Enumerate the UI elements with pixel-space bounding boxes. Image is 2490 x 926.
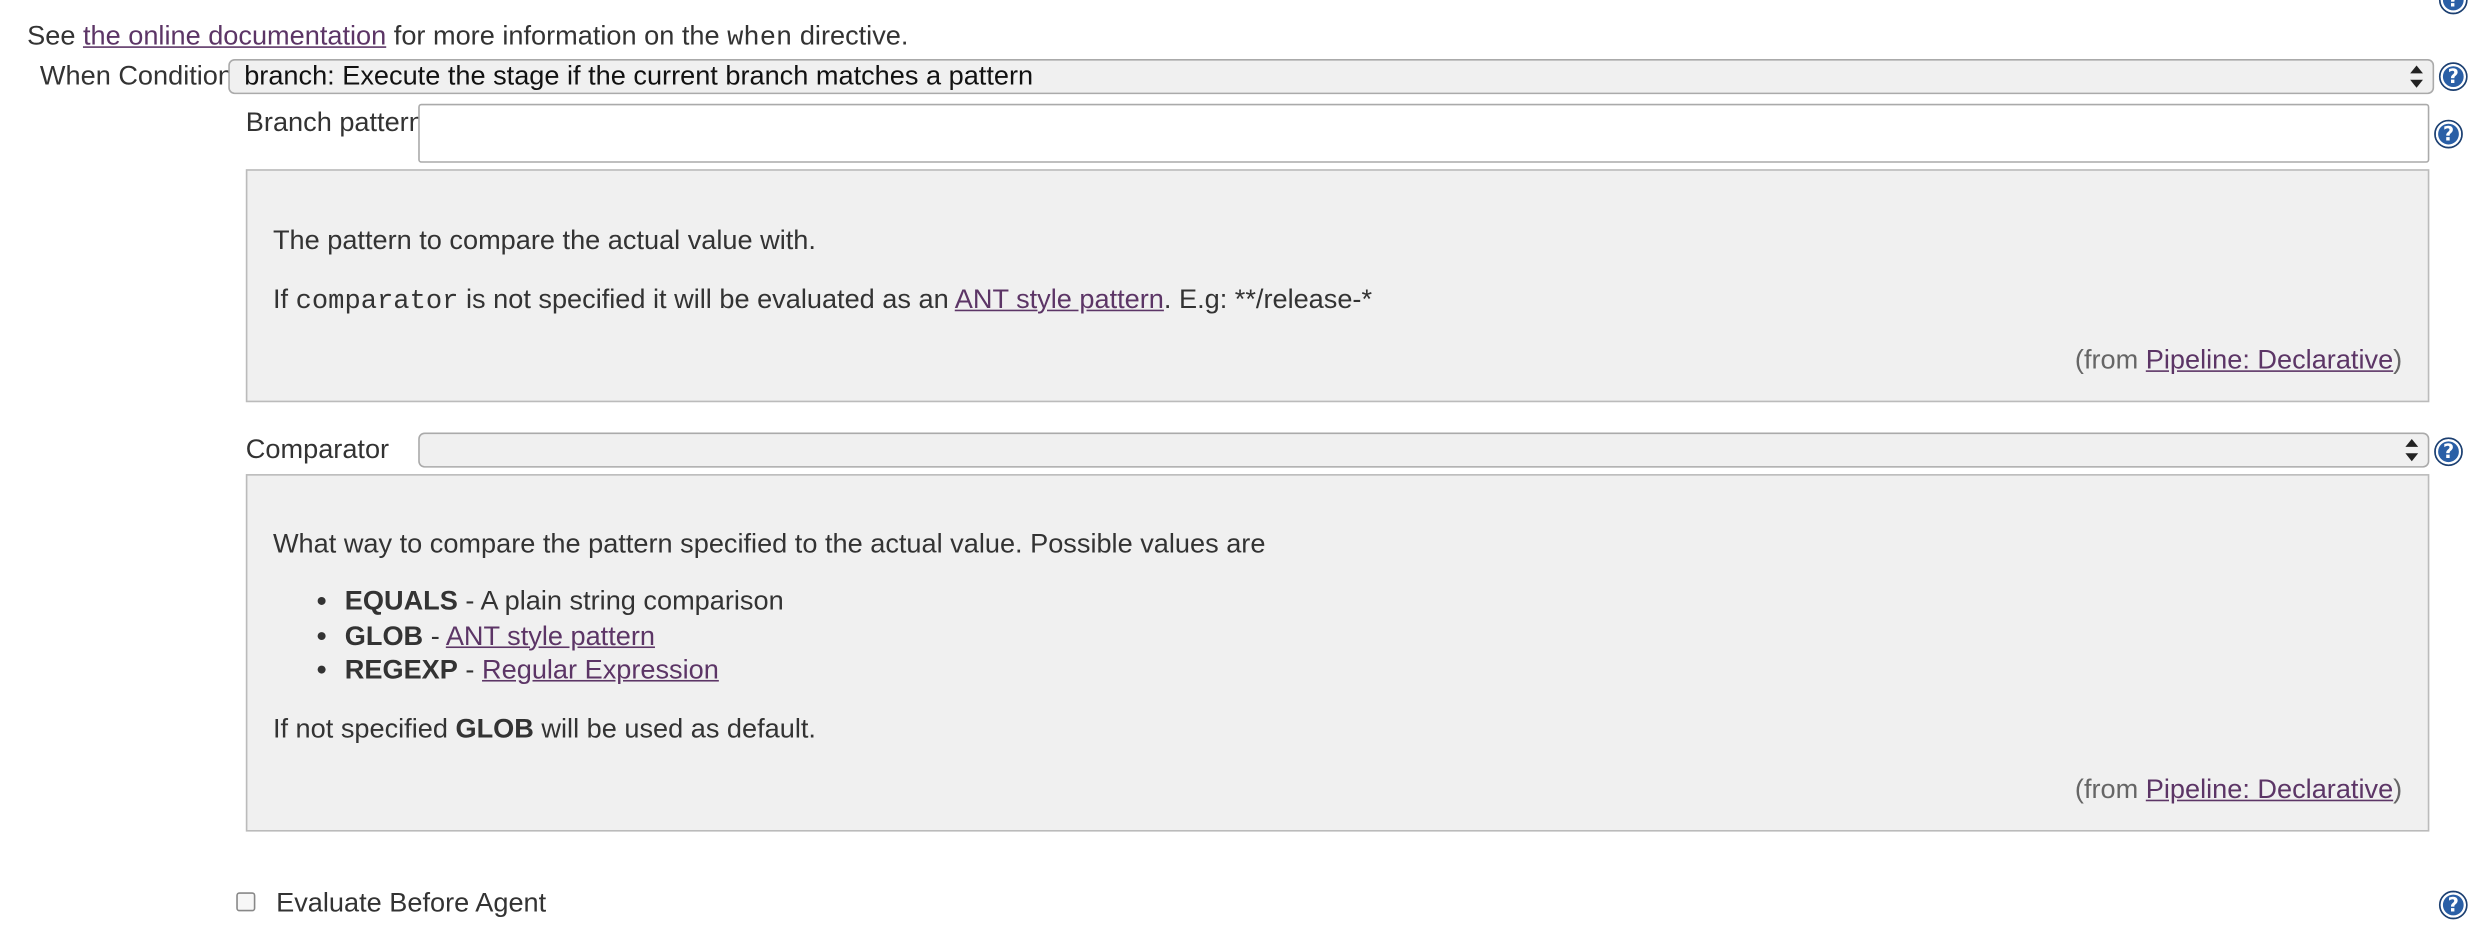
comparator-values-list: EQUALS - A plain string comparison GLOB … [273, 584, 784, 687]
list-item: EQUALS - A plain string comparison [345, 584, 784, 618]
from-plugin: (from Pipeline: Declarative) [2074, 774, 2403, 805]
intro-prefix: See [27, 20, 76, 52]
comparator-help: What way to compare the pattern specifie… [245, 474, 2430, 832]
pipeline-declarative-link[interactable]: Pipeline: Declarative [2146, 345, 2393, 375]
regular-expression-link[interactable]: Regular Expression [482, 654, 719, 684]
help-icon[interactable]: ? [2438, 62, 2468, 91]
branch-pattern-input[interactable] [418, 103, 2430, 163]
intro-middle: for more information on the [393, 20, 720, 52]
evaluate-before-agent-checkbox[interactable] [236, 892, 256, 912]
help-icon[interactable]: ? [2434, 437, 2463, 467]
select-arrows-icon [2410, 65, 2424, 88]
help-icon[interactable]: ? [2438, 0, 2468, 15]
intro-code: when [727, 23, 793, 55]
when-condition-select[interactable]: branch: Execute the stage if the current… [228, 59, 2435, 95]
intro-suffix: directive. [799, 20, 909, 52]
branch-help-line2: If comparator is not specified it will b… [272, 284, 1373, 318]
select-arrows-icon [2405, 438, 2419, 462]
branch-pattern-help: The pattern to compare the actual value … [245, 169, 2430, 403]
page: ? See the online documentation for more … [0, 0, 2490, 926]
list-item: GLOB - ANT style pattern [345, 619, 784, 653]
online-documentation-link[interactable]: the online documentation [83, 21, 386, 51]
comparator-select[interactable] [418, 432, 2430, 468]
comparator-code: comparator [295, 287, 459, 318]
comparator-label: Comparator [245, 434, 390, 465]
branch-help-line1: The pattern to compare the actual value … [272, 225, 816, 256]
when-condition-label: When Condition [39, 60, 233, 91]
branch-pattern-label: Branch pattern [245, 106, 424, 138]
evaluate-before-agent-label[interactable]: Evaluate Before Agent [276, 887, 546, 919]
pipeline-declarative-link[interactable]: Pipeline: Declarative [2146, 774, 2393, 804]
ant-style-pattern-link[interactable]: ANT style pattern [955, 284, 1164, 314]
from-plugin: (from Pipeline: Declarative) [2074, 344, 2403, 376]
comparator-help-default: If not specified GLOB will be used as de… [272, 713, 816, 744]
list-item: REGEXP - Regular Expression [345, 653, 784, 687]
intro-text: See the online documentation for more in… [27, 21, 908, 56]
comparator-help-intro: What way to compare the pattern specifie… [272, 528, 1266, 559]
ant-style-pattern-link[interactable]: ANT style pattern [446, 620, 655, 650]
help-icon[interactable]: ? [2438, 890, 2468, 920]
when-condition-selected: branch: Execute the stage if the current… [244, 60, 1034, 91]
help-icon[interactable]: ? [2434, 119, 2463, 149]
